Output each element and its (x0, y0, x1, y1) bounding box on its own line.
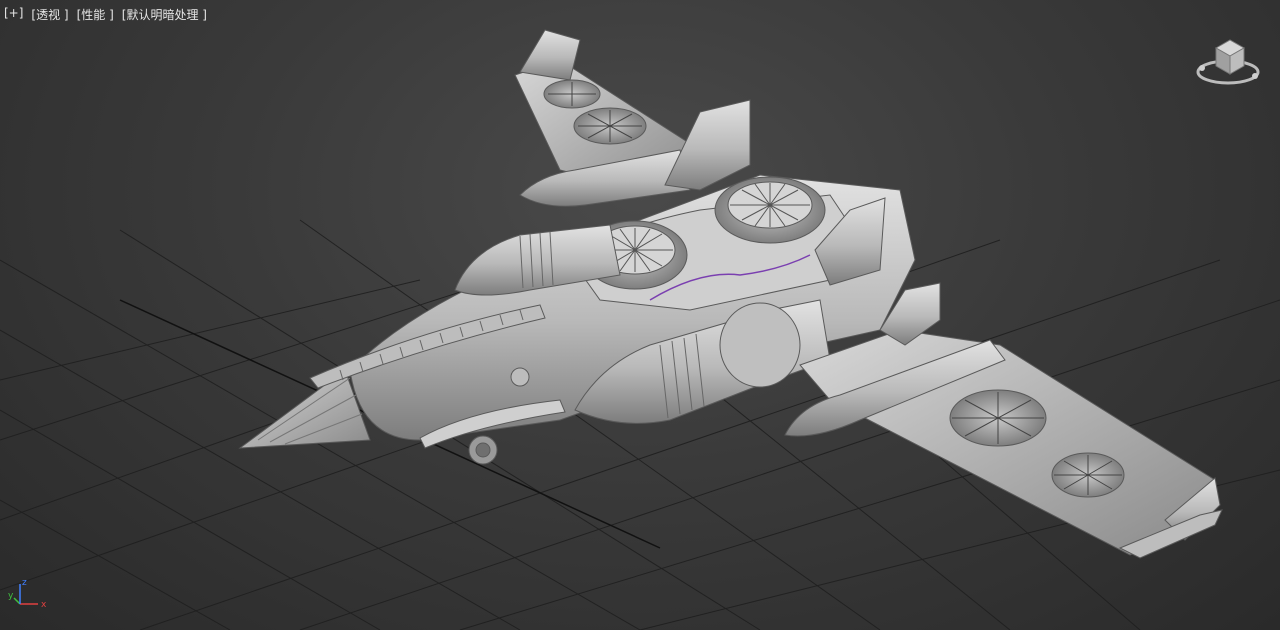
axis-z-label: z (22, 578, 27, 588)
axis-y-label: y (8, 591, 14, 601)
viewport-menu-view[interactable]: [透视 ] (31, 6, 68, 23)
axis-tripod-icon: x y z (8, 578, 47, 610)
viewport-menu-shading[interactable]: [性能 ] (77, 6, 114, 23)
spaceship-model[interactable] (238, 29, 1223, 559)
scene-canvas[interactable] (0, 0, 1280, 630)
viewport-label-bar: [+] [透视 ] [性能 ] [默认明暗处理 ] (4, 6, 207, 23)
axis-x-label: x (41, 600, 47, 610)
viewcube-icon[interactable] (1194, 28, 1262, 88)
viewport-perspective[interactable]: [+] [透视 ] [性能 ] [默认明暗处理 ] x y z (0, 0, 1280, 630)
viewport-menu-lighting[interactable]: [默认明暗处理 ] (122, 6, 207, 23)
viewport-menu-plus[interactable]: [+] (4, 6, 23, 23)
